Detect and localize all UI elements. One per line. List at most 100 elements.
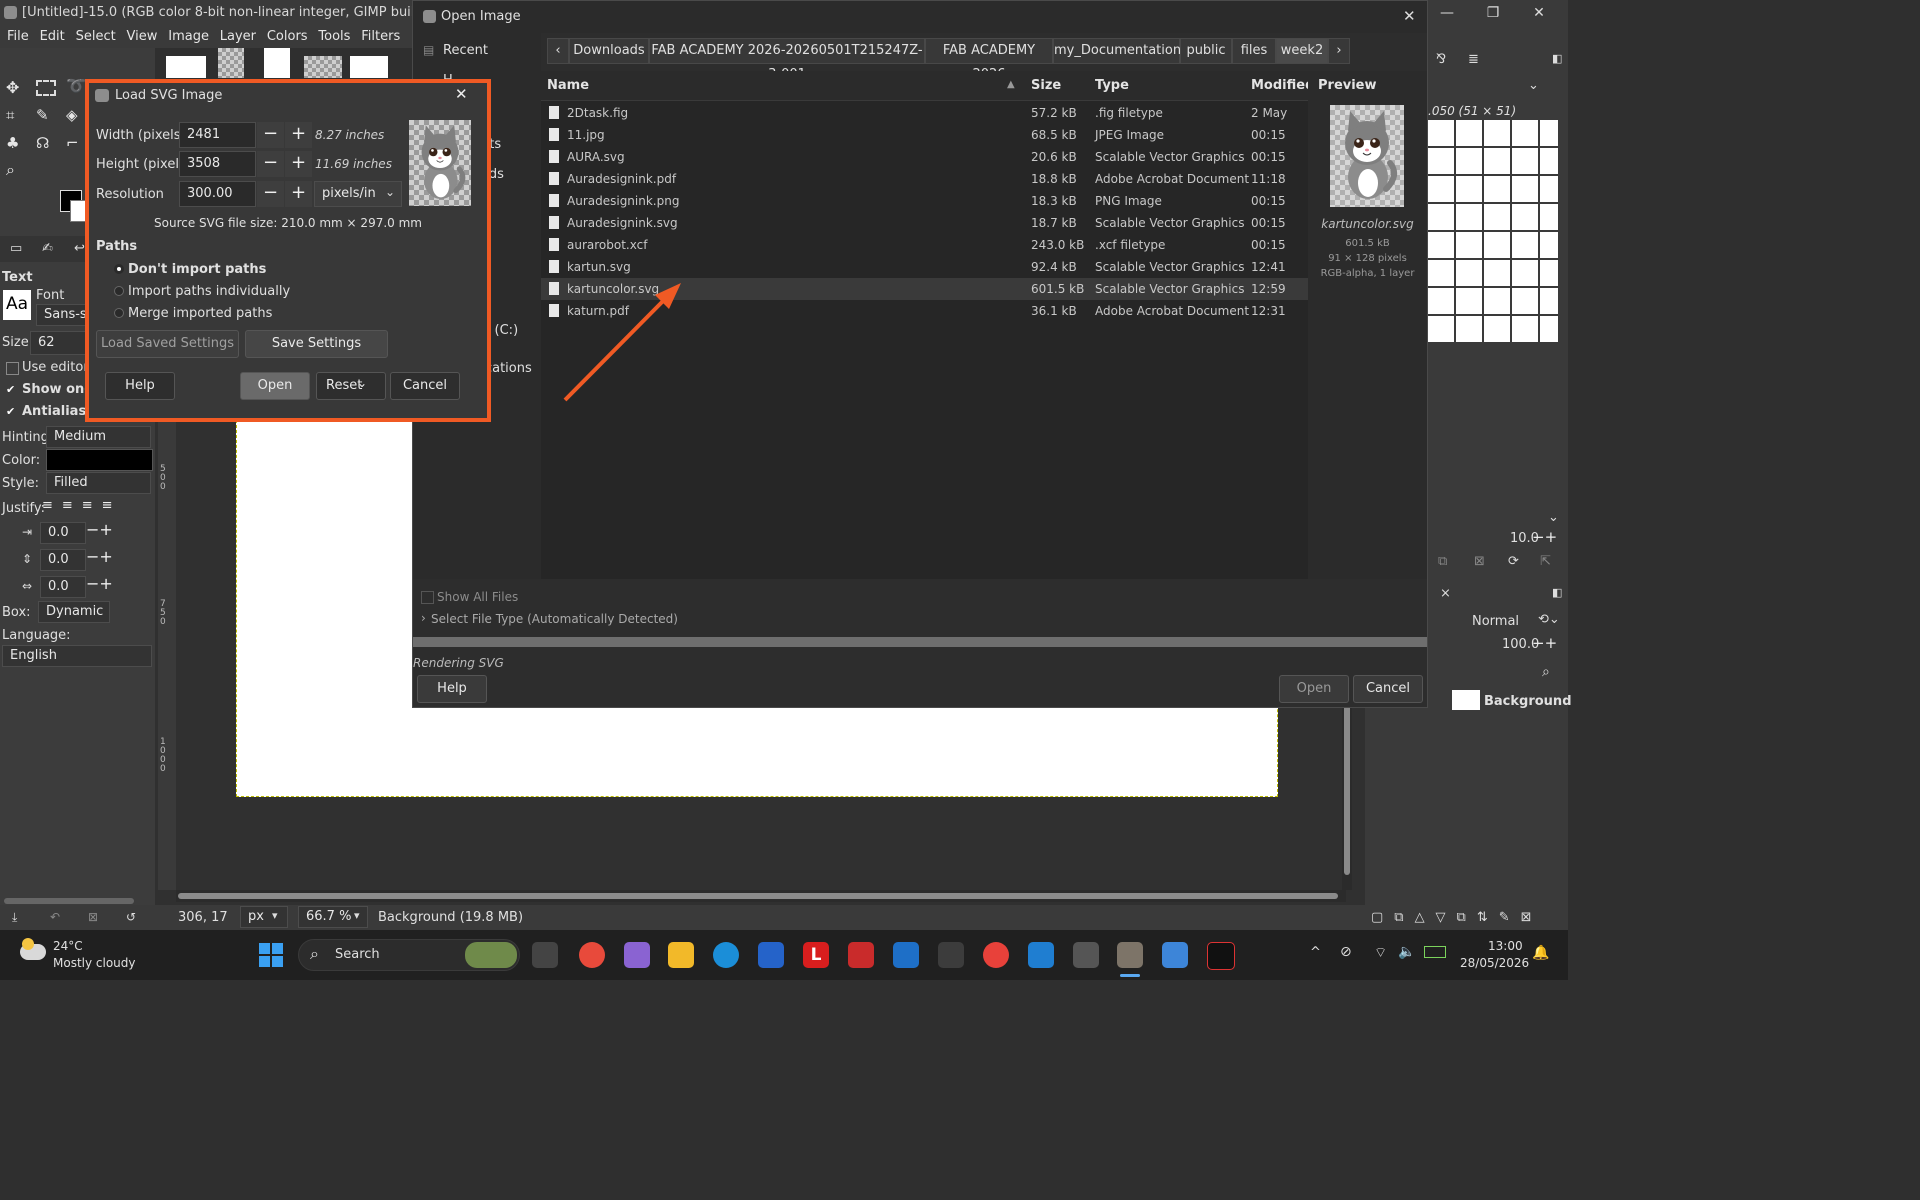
windows-start-icon[interactable]: [258, 942, 284, 968]
close-window-icon[interactable]: ✕: [1528, 2, 1550, 24]
layer-actions-icons[interactable]: ▢⧉△▽⧉⇅✎⊠: [1371, 910, 1543, 925]
opacity-stepper-icon[interactable]: −+: [1532, 634, 1557, 652]
column-modified[interactable]: Modified: [1251, 78, 1314, 93]
style-select[interactable]: Filled: [46, 472, 151, 494]
indent-field[interactable]: 0.0: [40, 522, 86, 544]
photos-icon[interactable]: [1162, 942, 1188, 968]
weather-desc[interactable]: Mostly cloudy: [53, 956, 136, 970]
delete-brush-icon[interactable]: ⊠: [1474, 554, 1485, 569]
copilot-icon[interactable]: [624, 942, 650, 968]
indent-stepper-icon[interactable]: −+: [86, 520, 113, 539]
width-increment-icon[interactable]: +: [285, 122, 312, 148]
file-row[interactable]: Auradesignink.pdf 18.8 kB Adobe Acrobat Do…: [541, 168, 1308, 190]
clock-time[interactable]: 13:00: [1488, 939, 1523, 953]
acrobat-icon[interactable]: [848, 942, 874, 968]
show-oncanvas-checkbox[interactable]: ✔: [6, 384, 17, 395]
warp-tool-icon[interactable]: ✎: [36, 106, 54, 124]
open-dialog-open-button[interactable]: Open: [1279, 675, 1349, 703]
pattern-swatch[interactable]: [218, 48, 244, 78]
show-all-files-checkbox[interactable]: [421, 591, 434, 604]
zoom-tool-icon[interactable]: ⌕: [6, 160, 24, 179]
chevron-down-icon[interactable]: ⌄: [1528, 78, 1539, 93]
width-decrement-icon[interactable]: −: [257, 122, 284, 148]
layer-thumbnail[interactable]: [1452, 690, 1480, 710]
scrollbar-thumb[interactable]: [178, 893, 1338, 899]
breadcrumb-files[interactable]: files: [1232, 38, 1276, 64]
menu-select[interactable]: Select: [69, 26, 116, 44]
breadcrumb-fab-academy-zip[interactable]: FAB ACADEMY 2026-20260501T215247Z-3-001: [649, 38, 925, 82]
height-increment-icon[interactable]: +: [285, 151, 312, 177]
file-row[interactable]: 2Dtask.fig 57.2 kB .fig filetype 2 May: [541, 102, 1308, 124]
breadcrumb-fab-academy[interactable]: FAB ACADEMY 2026: [925, 38, 1053, 82]
resolution-increment-icon[interactable]: +: [285, 181, 312, 207]
menu-view[interactable]: View: [120, 26, 158, 44]
task-view-icon[interactable]: [532, 942, 558, 968]
breadcrumb-my-documentation[interactable]: my_Documentation: [1053, 38, 1181, 64]
breadcrumb-public[interactable]: public: [1180, 38, 1232, 64]
brush-swatch-2[interactable]: [350, 56, 388, 78]
clone-tool-icon[interactable]: ♣: [6, 134, 24, 152]
undo-icon[interactable]: ↶: [50, 910, 60, 924]
notification-bell-icon[interactable]: 🔔: [1532, 945, 1549, 961]
layers-tab-icon[interactable]: ⨯: [1440, 586, 1451, 601]
svg-cancel-button[interactable]: Cancel: [390, 372, 460, 400]
mode-switch-icon[interactable]: ⟲⌄: [1538, 612, 1560, 627]
tray-app-icon[interactable]: ⊘: [1340, 944, 1352, 960]
menu-filters[interactable]: Filters: [354, 26, 400, 44]
close-icon[interactable]: ✕: [455, 85, 468, 103]
open-brush-icon[interactable]: ⇱: [1540, 554, 1551, 569]
letter-spacing-stepper-icon[interactable]: −+: [86, 574, 113, 593]
open-dialog-cancel-button[interactable]: Cancel: [1353, 675, 1423, 703]
brushes-tab-icon[interactable]: ⅋: [1436, 52, 1446, 67]
brush-swatch[interactable]: [166, 56, 206, 78]
expander-icon[interactable]: ›: [421, 611, 426, 625]
outlook-icon[interactable]: [893, 942, 919, 968]
vscode-icon[interactable]: [1028, 942, 1054, 968]
gimp-taskbar-icon[interactable]: [1117, 942, 1143, 968]
file-row[interactable]: AURA.svg 20.6 kB Scalable Vector Graphics 0…: [541, 146, 1308, 168]
gradient-swatch[interactable]: [264, 48, 290, 78]
taskbar-search-box[interactable]: ⌕ Search: [298, 939, 520, 971]
maximize-icon[interactable]: ❐: [1482, 2, 1504, 24]
svg-reset-button[interactable]: Reset: [316, 372, 386, 400]
chrome-icon[interactable]: [579, 942, 605, 968]
dock-menu-icon[interactable]: ◧: [1552, 586, 1562, 599]
file-row[interactable]: 11.jpg 68.5 kB JPEG Image 00:15: [541, 124, 1308, 146]
file-explorer-icon[interactable]: [668, 942, 694, 968]
pattern-swatch-2[interactable]: [304, 56, 342, 78]
antialiasing-checkbox[interactable]: ✔: [6, 406, 17, 417]
inkscape-icon[interactable]: [1073, 942, 1099, 968]
rect-select-tool-icon[interactable]: [36, 80, 56, 96]
font-preview-icon[interactable]: Aa: [3, 290, 31, 320]
store-icon[interactable]: [758, 942, 784, 968]
menu-layer[interactable]: Layer: [213, 26, 256, 44]
duplicate-brush-icon[interactable]: ⧉: [1438, 554, 1447, 569]
option-import-paths-individually[interactable]: Import paths individually: [128, 284, 290, 299]
justify-buttons-icon[interactable]: ≡≡≡≡: [42, 498, 132, 516]
undo-history-tab-icon[interactable]: ↩: [74, 241, 85, 256]
radio-merge-imported-paths[interactable]: [114, 308, 124, 318]
menu-tools[interactable]: Tools: [311, 26, 350, 44]
volume-icon[interactable]: 🔈: [1398, 944, 1415, 960]
menu-edit[interactable]: Edit: [33, 26, 65, 44]
load-saved-settings-button[interactable]: Load Saved Settings: [96, 330, 239, 358]
column-name[interactable]: Name: [547, 78, 589, 93]
search-icon[interactable]: ⌕: [1542, 664, 1550, 680]
menu-image[interactable]: Image: [161, 26, 209, 44]
menu-file[interactable]: File: [0, 26, 29, 44]
affinity-icon[interactable]: [1207, 942, 1235, 970]
spacing-stepper-icon[interactable]: −+: [1532, 528, 1557, 546]
smudge-tool-icon[interactable]: ☊: [36, 134, 54, 152]
device-status-tab-icon[interactable]: ✍: [42, 241, 53, 256]
line-spacing-stepper-icon[interactable]: −+: [86, 547, 113, 566]
layer-mode-select[interactable]: Normal: [1472, 614, 1519, 629]
select-file-type-expander[interactable]: Select File Type (Automatically Detected…: [431, 612, 678, 626]
lasso-tool-icon[interactable]: ➰: [66, 76, 86, 95]
menu-colors[interactable]: Colors: [260, 26, 308, 44]
text-color-swatch[interactable]: [46, 449, 153, 471]
file-row[interactable]: aurarobot.xcf 243.0 kB .xcf filetype 00:15: [541, 234, 1308, 256]
letter-spacing-field[interactable]: 0.0: [40, 576, 86, 598]
width-input[interactable]: 2481: [179, 122, 256, 148]
refresh-brushes-icon[interactable]: ⟳: [1508, 554, 1519, 569]
breadcrumb-back-icon[interactable]: ‹: [547, 38, 569, 64]
